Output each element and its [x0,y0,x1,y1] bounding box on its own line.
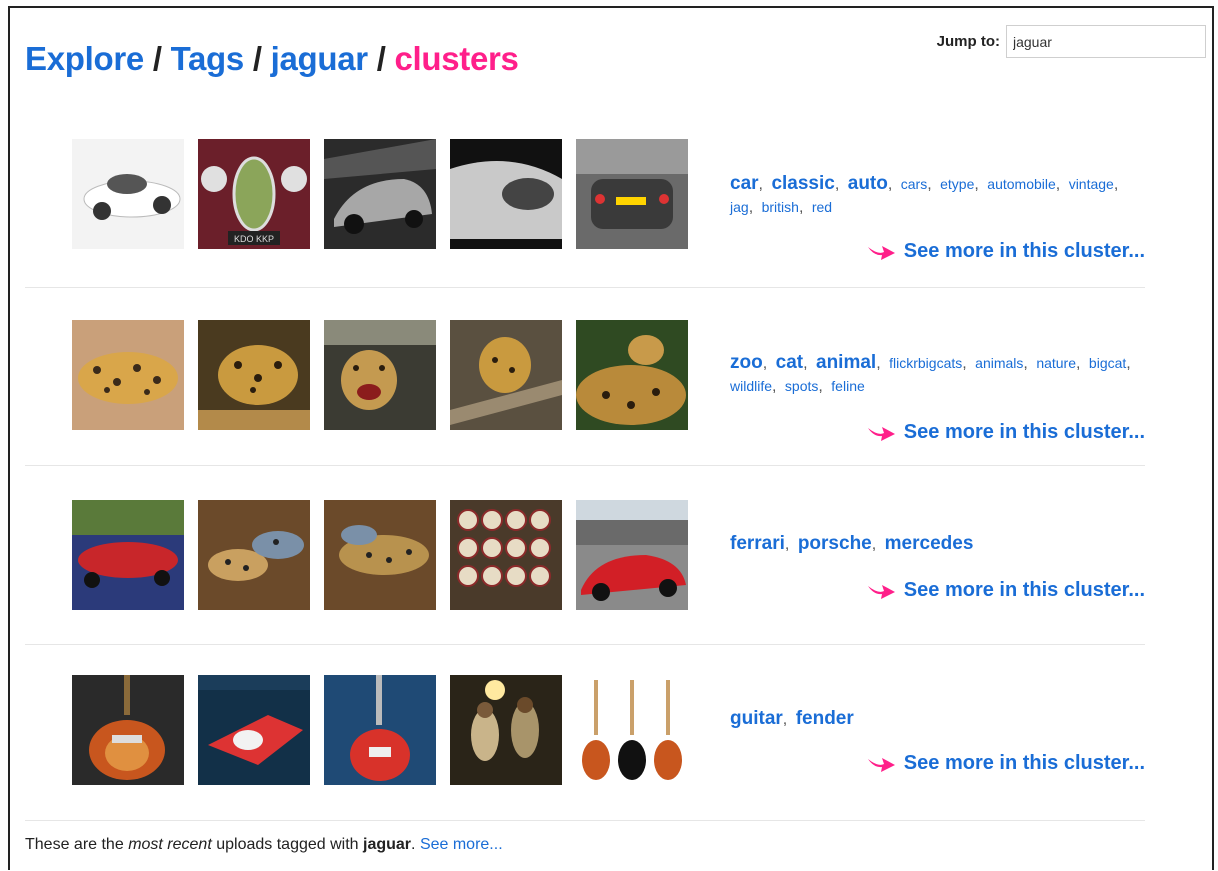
cluster-thumbnails [72,500,688,610]
tag-link[interactable]: zoo [730,352,763,373]
tag-link[interactable]: jag [730,199,749,215]
see-more-cluster-link[interactable]: See more in this cluster... [866,579,1145,602]
photo-thumbnail[interactable] [72,320,184,430]
arrow-right-icon [867,245,895,260]
breadcrumb-explore[interactable]: Explore [25,40,144,77]
cluster-thumbnails [72,320,688,430]
cluster-thumbnails: KDO KKP [72,139,688,249]
cluster-3: ferrari, porsche, mercedes See more in t… [25,467,1145,645]
photo-thumbnail[interactable] [576,500,688,610]
arrow-right-icon [867,584,895,599]
tag-link[interactable]: spots [785,378,818,394]
tag-link[interactable]: classic [771,173,834,194]
footer-emphasis: most recent [128,836,212,853]
svg-text:KDO KKP: KDO KKP [234,234,274,244]
photo-thumbnail[interactable] [72,500,184,610]
tag-link[interactable]: ferrari [730,533,785,554]
arrow-right-icon [867,426,895,441]
photo-thumbnail[interactable] [450,675,562,785]
tag-link[interactable]: nature [1036,355,1076,371]
jump-to-label: Jump to: [936,33,1000,50]
see-more-link[interactable]: See more... [420,836,503,853]
photo-thumbnail[interactable] [450,320,562,430]
cluster-tags: car, classic, auto, cars, etype, automob… [730,173,1119,216]
photo-thumbnail[interactable] [198,320,310,430]
footer-prefix: These are the [25,836,124,853]
photo-thumbnail[interactable]: KDO KKP [198,139,310,249]
tag-link[interactable]: feline [831,378,864,394]
tag-link[interactable]: flickrbigcats [889,355,962,371]
tag-link[interactable]: red [812,199,832,215]
see-more-cluster-label: See more in this cluster... [903,240,1145,262]
photo-thumbnail[interactable] [450,139,562,249]
photo-thumbnail[interactable] [324,675,436,785]
breadcrumb-tags[interactable]: Tags [171,40,245,77]
breadcrumb-separator: / [376,40,386,77]
tag-link[interactable]: fender [796,708,854,729]
photo-thumbnail[interactable] [198,500,310,610]
footer-suffix: . [411,836,416,853]
cluster-tags: zoo, cat, animal, flickrbigcats, animals… [730,352,1131,395]
photo-thumbnail[interactable] [576,139,688,249]
tag-link[interactable]: cat [776,352,803,373]
photo-thumbnail[interactable] [576,675,688,785]
see-more-cluster-label: See more in this cluster... [903,421,1145,443]
see-more-cluster-link[interactable]: See more in this cluster... [866,240,1145,263]
photo-thumbnail[interactable] [72,675,184,785]
page-title: Explore / Tags / jaguar / clusters [25,40,519,78]
tag-link[interactable]: bigcat [1089,355,1126,371]
tag-link[interactable]: etype [940,176,974,192]
tag-link[interactable]: cars [901,176,927,192]
photo-thumbnail[interactable] [324,500,436,610]
photo-thumbnail[interactable] [324,139,436,249]
footer-tag: jaguar [363,836,412,853]
see-more-cluster-link[interactable]: See more in this cluster... [866,421,1145,444]
cluster-thumbnails [72,675,688,785]
tag-link[interactable]: auto [848,173,888,194]
jump-to-input[interactable] [1006,25,1206,58]
tag-link[interactable]: british [762,199,799,215]
photo-thumbnail[interactable] [72,139,184,249]
see-more-cluster-label: See more in this cluster... [903,752,1145,774]
cluster-tags: ferrari, porsche, mercedes [730,533,974,554]
cluster-tags: guitar, fender [730,708,854,729]
photo-thumbnail[interactable] [198,675,310,785]
photo-thumbnail[interactable] [450,500,562,610]
tag-link[interactable]: wildlife [730,378,772,394]
cluster-1: KDO KKP car, classic, auto, cars, etype,… [25,110,1145,288]
photo-thumbnail[interactable] [324,320,436,430]
breadcrumb-separator: / [152,40,162,77]
tag-link[interactable]: guitar [730,708,783,729]
footer-note: These are the most recent uploads tagged… [25,836,503,854]
see-more-cluster-link[interactable]: See more in this cluster... [866,752,1145,775]
arrow-right-icon [867,757,895,772]
tag-link[interactable]: porsche [798,533,872,554]
breadcrumb-tag-jaguar[interactable]: jaguar [271,40,369,77]
breadcrumb-current: clusters [394,40,519,77]
tag-link[interactable]: automobile [987,176,1056,192]
breadcrumb-separator: / [252,40,262,77]
tag-link[interactable]: mercedes [885,533,974,554]
cluster-4: guitar, fender See more in this cluster.… [25,643,1145,821]
photo-thumbnail[interactable] [576,320,688,430]
footer-middle: uploads tagged with [216,836,359,853]
see-more-cluster-label: See more in this cluster... [903,579,1145,601]
jump-to: Jump to: [937,25,1206,58]
tag-link[interactable]: animal [816,352,876,373]
tag-link[interactable]: car [730,173,759,194]
tag-link[interactable]: animals [975,355,1023,371]
tag-link[interactable]: vintage [1069,176,1114,192]
cluster-2: zoo, cat, animal, flickrbigcats, animals… [25,288,1145,466]
